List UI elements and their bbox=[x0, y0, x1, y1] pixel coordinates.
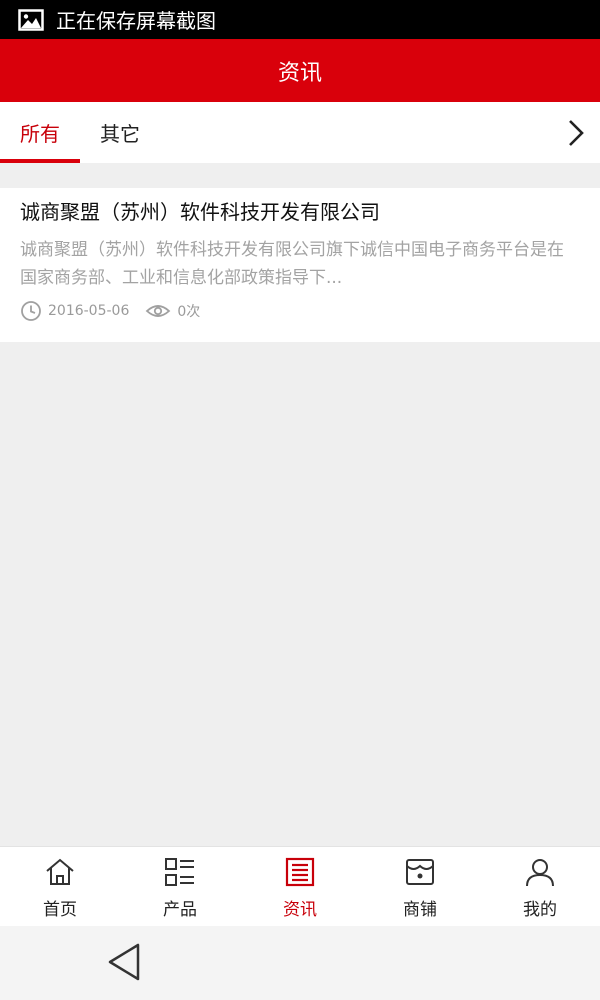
tab-label: 其它 bbox=[100, 122, 140, 146]
eye-icon bbox=[145, 300, 171, 322]
store-icon bbox=[403, 855, 437, 889]
app-screen: 正在保存屏幕截图 资讯 所有 其它 诚商聚盟（苏州）软件科技开发有限公司 诚商聚… bbox=[0, 0, 600, 1000]
home-icon bbox=[43, 855, 77, 889]
app-header: 资讯 bbox=[0, 39, 600, 102]
page-title: 资讯 bbox=[277, 60, 322, 86]
bottom-nav: 首页 产品 资讯 商铺 我的 bbox=[0, 846, 600, 926]
status-text: 正在保存屏幕截图 bbox=[56, 9, 216, 33]
news-icon bbox=[283, 855, 317, 889]
nav-label: 产品 bbox=[163, 900, 197, 920]
article-title: 诚商聚盟（苏州）软件科技开发有限公司 bbox=[20, 200, 380, 224]
list-icon bbox=[163, 855, 197, 889]
status-bar: 正在保存屏幕截图 bbox=[0, 0, 600, 39]
tab-all[interactable]: 所有 bbox=[0, 102, 80, 163]
nav-item-mine[interactable]: 我的 bbox=[480, 847, 600, 927]
user-icon bbox=[523, 855, 557, 889]
nav-item-products[interactable]: 产品 bbox=[120, 847, 240, 927]
nav-item-home[interactable]: 首页 bbox=[0, 847, 120, 927]
tab-label: 所有 bbox=[20, 122, 60, 146]
image-icon bbox=[18, 8, 44, 31]
nav-label: 首页 bbox=[43, 900, 77, 920]
article-meta: 2016-05-06 0次 bbox=[20, 300, 580, 322]
chevron-right-icon[interactable] bbox=[564, 118, 588, 148]
nav-label: 商铺 bbox=[403, 900, 437, 920]
nav-item-news[interactable]: 资讯 bbox=[240, 847, 360, 927]
category-tabs: 所有 其它 bbox=[0, 102, 600, 163]
nav-item-store[interactable]: 商铺 bbox=[360, 847, 480, 927]
back-icon[interactable] bbox=[106, 942, 142, 982]
tab-other[interactable]: 其它 bbox=[80, 102, 160, 163]
system-nav-bar bbox=[0, 926, 600, 1000]
nav-label: 我的 bbox=[523, 900, 557, 920]
article-summary: 诚商聚盟（苏州）软件科技开发有限公司旗下诚信中国电子商务平台是在国家商务部、工业… bbox=[20, 240, 564, 288]
article-views: 0次 bbox=[177, 304, 201, 320]
list-item[interactable]: 诚商聚盟（苏州）软件科技开发有限公司 诚商聚盟（苏州）软件科技开发有限公司旗下诚… bbox=[0, 188, 600, 342]
clock-icon bbox=[20, 300, 42, 322]
nav-label: 资讯 bbox=[283, 900, 317, 920]
article-date: 2016-05-06 bbox=[48, 303, 130, 319]
